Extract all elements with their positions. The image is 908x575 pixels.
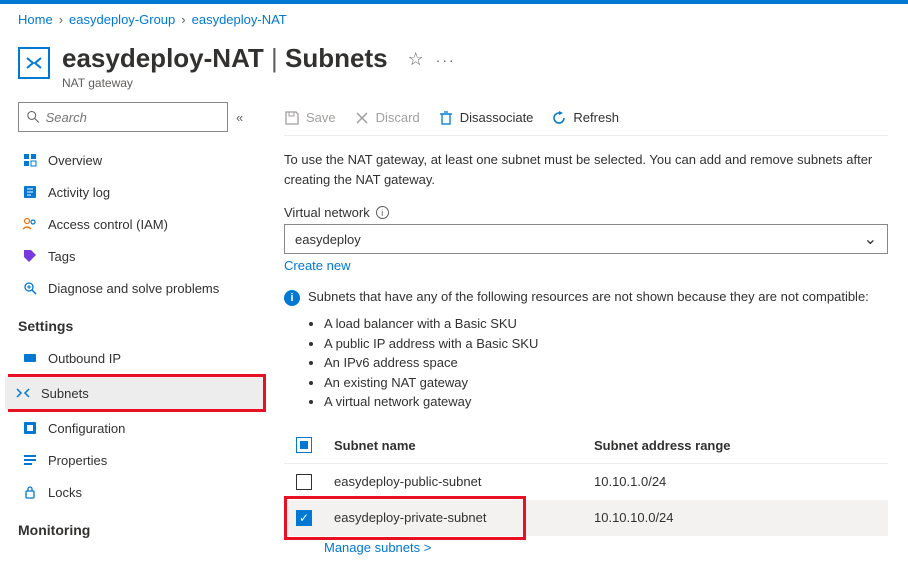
more-actions-icon[interactable]: ···: [436, 52, 456, 68]
sidebar-item-label: Access control (IAM): [48, 217, 168, 232]
sidebar-item-subnets[interactable]: Subnets: [5, 377, 263, 409]
sidebar-item-label: Configuration: [48, 421, 125, 436]
info-icon[interactable]: i: [376, 206, 389, 219]
sidebar-item-overview[interactable]: Overview: [18, 144, 264, 176]
sidebar-item-label: Subnets: [41, 386, 89, 401]
incompatibility-list: A load balancer with a Basic SKU A publi…: [324, 314, 888, 412]
outbound-ip-icon: [22, 350, 38, 366]
table-row[interactable]: ✓ easydeploy-private-subnet 10.10.10.0/2…: [284, 500, 888, 536]
col-subnet-name: Subnet name: [334, 438, 594, 453]
search-input[interactable]: [46, 110, 219, 125]
info-icon: i: [284, 290, 300, 306]
tags-icon: [22, 248, 38, 264]
row-checkbox[interactable]: ✓: [296, 510, 312, 526]
breadcrumb-resource[interactable]: easydeploy-NAT: [192, 12, 287, 27]
row-checkbox[interactable]: [296, 474, 312, 490]
settings-header: Settings: [18, 318, 264, 334]
chevron-right-icon: ›: [59, 12, 63, 27]
sidebar-item-activity-log[interactable]: Activity log: [18, 176, 264, 208]
refresh-button[interactable]: Refresh: [551, 110, 619, 126]
locks-icon: [22, 484, 38, 500]
resource-type-label: NAT gateway: [62, 76, 388, 90]
save-icon: [284, 110, 300, 126]
sidebar-item-label: Diagnose and solve problems: [48, 281, 219, 296]
vnet-dropdown[interactable]: easydeploy ⌄: [284, 224, 888, 254]
col-subnet-range: Subnet address range: [594, 438, 888, 453]
trash-icon: [438, 110, 454, 126]
configuration-icon: [22, 420, 38, 436]
subnet-name-cell: easydeploy-private-subnet: [334, 510, 594, 525]
sidebar-item-label: Properties: [48, 453, 107, 468]
sidebar-item-tags[interactable]: Tags: [18, 240, 264, 272]
sidebar-item-properties[interactable]: Properties: [18, 444, 264, 476]
vnet-label: Virtual network i: [284, 205, 888, 220]
breadcrumb-group[interactable]: easydeploy-Group: [69, 12, 175, 27]
sidebar-search[interactable]: [18, 102, 228, 132]
subnet-range-cell: 10.10.1.0/24: [594, 474, 888, 489]
save-button: Save: [284, 110, 336, 126]
breadcrumb: Home › easydeploy-Group › easydeploy-NAT: [0, 4, 908, 35]
vnet-value: easydeploy: [295, 232, 361, 247]
sidebar-item-label: Tags: [48, 249, 75, 264]
subnet-name-cell: easydeploy-public-subnet: [334, 474, 594, 489]
sidebar-item-label: Activity log: [48, 185, 110, 200]
compat-banner-text: Subnets that have any of the following r…: [308, 289, 869, 304]
subnets-icon: [15, 385, 31, 401]
search-icon: [27, 110, 40, 124]
sidebar-item-outbound-ip[interactable]: Outbound IP: [18, 342, 264, 374]
chevron-right-icon: ›: [181, 12, 185, 27]
properties-icon: [22, 452, 38, 468]
disassociate-button[interactable]: Disassociate: [438, 110, 534, 126]
discard-icon: [354, 110, 370, 126]
page-title: easydeploy-NAT | Subnets: [62, 43, 388, 74]
sidebar-item-locks[interactable]: Locks: [18, 476, 264, 508]
subnet-range-cell: 10.10.10.0/24: [594, 510, 888, 525]
breadcrumb-home[interactable]: Home: [18, 12, 53, 27]
sidebar-item-configuration[interactable]: Configuration: [18, 412, 264, 444]
manage-subnets-link[interactable]: Manage subnets >: [324, 540, 431, 555]
nat-gateway-icon: [18, 47, 50, 79]
monitoring-header: Monitoring: [18, 522, 264, 538]
discard-button: Discard: [354, 110, 420, 126]
overview-icon: [22, 152, 38, 168]
sidebar-item-label: Overview: [48, 153, 102, 168]
sidebar-item-diagnose[interactable]: Diagnose and solve problems: [18, 272, 264, 304]
intro-text: To use the NAT gateway, at least one sub…: [284, 150, 888, 189]
table-row[interactable]: easydeploy-public-subnet 10.10.1.0/24: [284, 464, 888, 500]
sidebar-item-label: Locks: [48, 485, 82, 500]
select-all-checkbox[interactable]: [296, 437, 312, 453]
log-icon: [22, 184, 38, 200]
sidebar-item-iam[interactable]: Access control (IAM): [18, 208, 264, 240]
refresh-icon: [551, 110, 567, 126]
create-new-link[interactable]: Create new: [284, 258, 350, 273]
iam-icon: [22, 216, 38, 232]
chevron-down-icon: ⌄: [864, 229, 877, 249]
diagnose-icon: [22, 280, 38, 296]
collapse-sidebar-icon[interactable]: «: [236, 110, 243, 125]
favorite-star-icon[interactable]: ☆: [408, 49, 424, 70]
sidebar-item-label: Outbound IP: [48, 351, 121, 366]
